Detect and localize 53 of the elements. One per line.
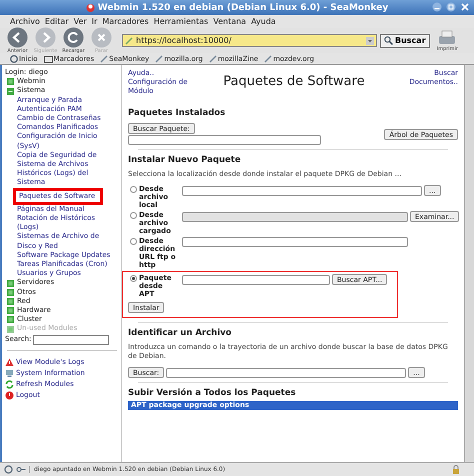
scrollbar[interactable] — [464, 65, 474, 462]
close-icon — [460, 2, 470, 12]
radio-button[interactable] — [130, 186, 137, 193]
address-field[interactable]: https://localhost:10000/ — [122, 34, 377, 47]
section-heading: Instalar Nuevo Paquete — [128, 155, 242, 165]
plus-square-icon — [7, 78, 14, 86]
menu-item[interactable]: Archivo — [10, 17, 40, 26]
warning-icon — [5, 358, 14, 367]
text-field[interactable] — [182, 237, 408, 247]
text-field[interactable] — [182, 274, 330, 284]
computer-icon — [5, 368, 14, 378]
menu-item[interactable]: Marcadores — [102, 17, 149, 26]
text-field[interactable] — [128, 135, 321, 145]
search-icon — [384, 36, 393, 45]
back-icon — [7, 27, 28, 48]
menu-item[interactable]: Editar — [44, 17, 69, 26]
section-heading: Paquetes Instalados — [128, 108, 226, 118]
power-icon — [5, 390, 14, 400]
text-field[interactable] — [182, 186, 422, 196]
folder-icon — [44, 54, 53, 62]
text-field[interactable] — [166, 368, 406, 378]
radio-button[interactable] — [130, 212, 137, 219]
key-icon — [16, 465, 26, 474]
page-title: Paquetes de Software — [223, 74, 365, 89]
refresh-icon — [5, 380, 14, 389]
stop-icon — [91, 27, 112, 48]
menu-item[interactable]: Ventana — [213, 17, 246, 26]
plus-square-icon — [7, 298, 14, 305]
minus-square-icon — [7, 88, 14, 94]
section-heading: Subir Versión a Todos los Paquetes — [128, 388, 297, 398]
plus-square-icon — [7, 280, 14, 287]
menu-item[interactable]: Ayuda — [251, 17, 276, 26]
maximize-icon — [446, 2, 456, 12]
home-icon — [10, 54, 18, 62]
menu-item[interactable]: Ir — [92, 17, 98, 26]
dropdown-icon — [366, 36, 374, 44]
plus-square-icon — [7, 307, 14, 314]
plus-square-icon — [7, 288, 14, 296]
radio-button[interactable] — [130, 275, 137, 282]
section-heading: Identificar un Archivo — [128, 328, 232, 338]
app-icon — [86, 3, 95, 12]
radio-button[interactable] — [130, 238, 137, 245]
menu-item[interactable]: Herramientas — [154, 17, 208, 26]
reload-icon — [63, 27, 84, 48]
plus-square-icon — [7, 316, 14, 324]
menu-item[interactable]: Ver — [74, 17, 87, 26]
search-field[interactable] — [33, 334, 110, 345]
forward-icon — [35, 27, 56, 48]
lock-icon — [452, 465, 460, 474]
window-title: Webmin 1.520 en debian (Debian Linux 6.0) - SeaMonkey — [98, 2, 388, 12]
plus-square-icon — [7, 326, 14, 333]
minimize-icon — [432, 2, 442, 12]
search-button[interactable]: Buscar — [380, 34, 430, 48]
